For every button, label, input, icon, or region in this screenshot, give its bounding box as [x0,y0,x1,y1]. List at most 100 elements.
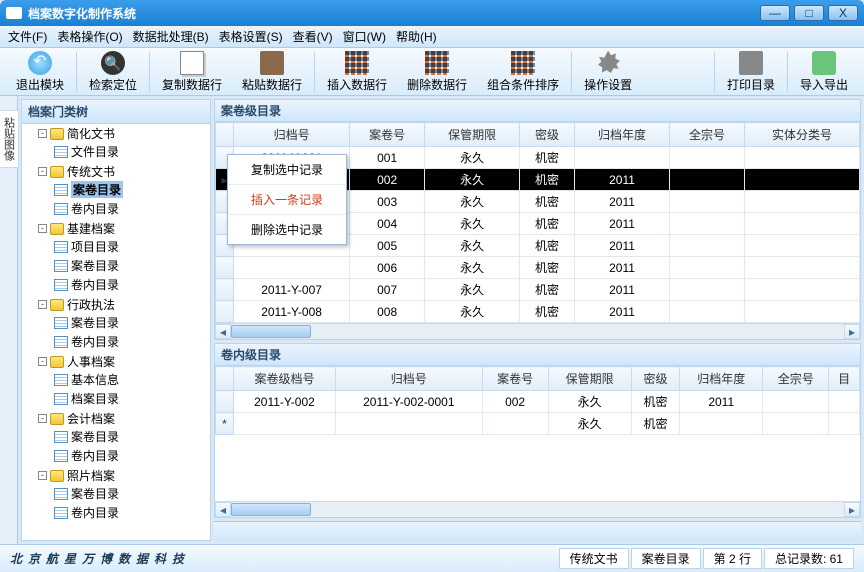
column-header[interactable]: 密级 [520,123,575,147]
menu-file[interactable]: 文件(F) [8,28,47,45]
table-icon [54,507,68,519]
tree-item[interactable]: 案卷目录 [54,485,210,502]
category-tree[interactable]: 档案门类树 -简化文书文件目录-传统文书案卷目录卷内目录-基建档案项目目录案卷目… [21,99,211,541]
column-header[interactable]: 案卷级档号 [234,367,336,391]
sort-icon [511,51,535,75]
column-header[interactable]: 全宗号 [763,367,829,391]
tree-category[interactable]: -人事档案 [38,353,210,370]
tree-header: 档案门类树 [22,100,210,124]
tree-item[interactable]: 案卷目录 [54,257,210,274]
print-button[interactable]: 打印目录 [717,49,785,95]
column-header[interactable]: 归档年度 [680,367,763,391]
paste-row-button[interactable]: 粘贴数据行 [232,49,312,95]
tree-category[interactable]: -会计档案 [38,410,210,427]
database-icon [50,299,64,311]
column-header[interactable]: 密级 [631,367,679,391]
context-menu: 复制选中记录 插入一条记录 删除选中记录 [227,154,347,245]
tree-item[interactable]: 卷内目录 [54,276,210,293]
column-header[interactable]: 保管期限 [548,367,631,391]
database-icon [50,413,64,425]
column-header[interactable]: 保管期限 [425,123,520,147]
delete-icon [425,51,449,75]
column-header[interactable]: 归档号 [335,367,482,391]
footer: 北京航星万博数据科技 传统文书 案卷目录 第 2 行 总记录数: 61 [0,544,864,572]
menu-view[interactable]: 查看(V) [293,28,333,45]
tree-item[interactable]: 卷内目录 [54,447,210,464]
app-title: 档案数字化制作系统 [28,5,760,22]
tree-category[interactable]: -行政执法 [38,296,210,313]
tree-category[interactable]: -照片档案 [38,467,210,484]
tree-category[interactable]: -传统文书 [38,163,210,180]
copy-icon [180,51,204,75]
menu-table-op[interactable]: 表格操作(O) [57,28,122,45]
side-tabs: 粘贴图像 [0,96,18,544]
tree-item[interactable]: 案卷目录 [54,428,210,445]
bottom-hscrollbar[interactable]: ◂▸ [215,501,860,517]
table-row[interactable]: 永久机密 [216,413,860,435]
column-header[interactable]: 实体分类号 [744,123,859,147]
column-header[interactable]: 归档年度 [575,123,670,147]
ctx-copy[interactable]: 复制选中记录 [228,155,346,185]
tree-item[interactable]: 案卷目录 [54,314,210,331]
exit-module-button[interactable]: 退出模块 [6,49,74,95]
table-row[interactable]: 006永久机密2011 [216,257,860,279]
table-row[interactable]: 2011-Y-007007永久机密2011 [216,279,860,301]
column-header[interactable]: 目 [829,367,860,391]
bottom-panel-title: 卷内级目录 [215,344,860,366]
table-icon [54,260,68,272]
database-icon [50,166,64,178]
insert-row-button[interactable]: 插入数据行 [317,49,397,95]
status-category: 传统文书 [559,548,629,569]
footer-brand: 北京航星万博数据科技 [10,550,559,567]
top-hscrollbar[interactable]: ◂▸ [215,323,860,339]
tree-item[interactable]: 案卷目录 [54,181,210,198]
paste-image-tab[interactable]: 粘贴图像 [0,110,19,168]
tree-item[interactable]: 卷内目录 [54,333,210,350]
bottom-grid[interactable]: 案卷级档号归档号案卷号保管期限密级归档年度全宗号目2011-Y-0022011-… [215,366,860,501]
copy-row-button[interactable]: 复制数据行 [152,49,232,95]
titlebar: 档案数字化制作系统 — □ X [0,0,864,26]
tree-category[interactable]: -简化文书 [38,125,210,142]
column-header[interactable]: 案卷号 [350,123,425,147]
menu-table-cfg[interactable]: 表格设置(S) [219,28,283,45]
column-header[interactable]: 全宗号 [670,123,745,147]
tree-item[interactable]: 档案目录 [54,390,210,407]
tree-item[interactable]: 基本信息 [54,371,210,388]
table-icon [54,393,68,405]
tree-item[interactable]: 卷内目录 [54,200,210,217]
import-export-icon [812,51,836,75]
tree-item[interactable]: 文件目录 [54,143,210,160]
database-icon [50,128,64,140]
column-header[interactable] [216,123,234,147]
menu-batch[interactable]: 数据批处理(B) [133,28,209,45]
table-icon [54,488,68,500]
tree-item[interactable]: 项目目录 [54,238,210,255]
menu-window[interactable]: 窗口(W) [343,28,386,45]
import-export-button[interactable]: 导入导出 [790,49,858,95]
table-icon [54,203,68,215]
table-row[interactable]: 2011-Y-0022011-Y-002-0001002永久机密2011 [216,391,860,413]
delete-row-button[interactable]: 删除数据行 [397,49,477,95]
table-row[interactable]: 2011-Y-008008永久机密2011 [216,301,860,323]
maximize-button[interactable]: □ [794,5,824,21]
insert-icon [345,51,369,75]
tree-item[interactable]: 卷内目录 [54,504,210,521]
ctx-insert[interactable]: 插入一条记录 [228,185,346,215]
settings-button[interactable]: 操作设置 [574,49,642,95]
menu-help[interactable]: 帮助(H) [396,28,437,45]
column-header[interactable] [216,367,234,391]
tree-category[interactable]: -基建档案 [38,220,210,237]
database-icon [50,223,64,235]
close-button[interactable]: X [828,5,858,21]
sort-button[interactable]: 组合条件排序 [477,49,569,95]
search-locate-button[interactable]: 检索定位 [79,49,147,95]
table-icon [54,279,68,291]
minimize-button[interactable]: — [760,5,790,21]
column-header[interactable]: 归档号 [234,123,350,147]
ctx-delete[interactable]: 删除选中记录 [228,215,346,244]
menubar: 文件(F) 表格操作(O) 数据批处理(B) 表格设置(S) 查看(V) 窗口(… [0,26,864,48]
table-icon [54,146,68,158]
column-header[interactable]: 案卷号 [482,367,548,391]
table-icon [54,336,68,348]
bottom-panel: 卷内级目录 案卷级档号归档号案卷号保管期限密级归档年度全宗号目2011-Y-00… [214,343,861,518]
